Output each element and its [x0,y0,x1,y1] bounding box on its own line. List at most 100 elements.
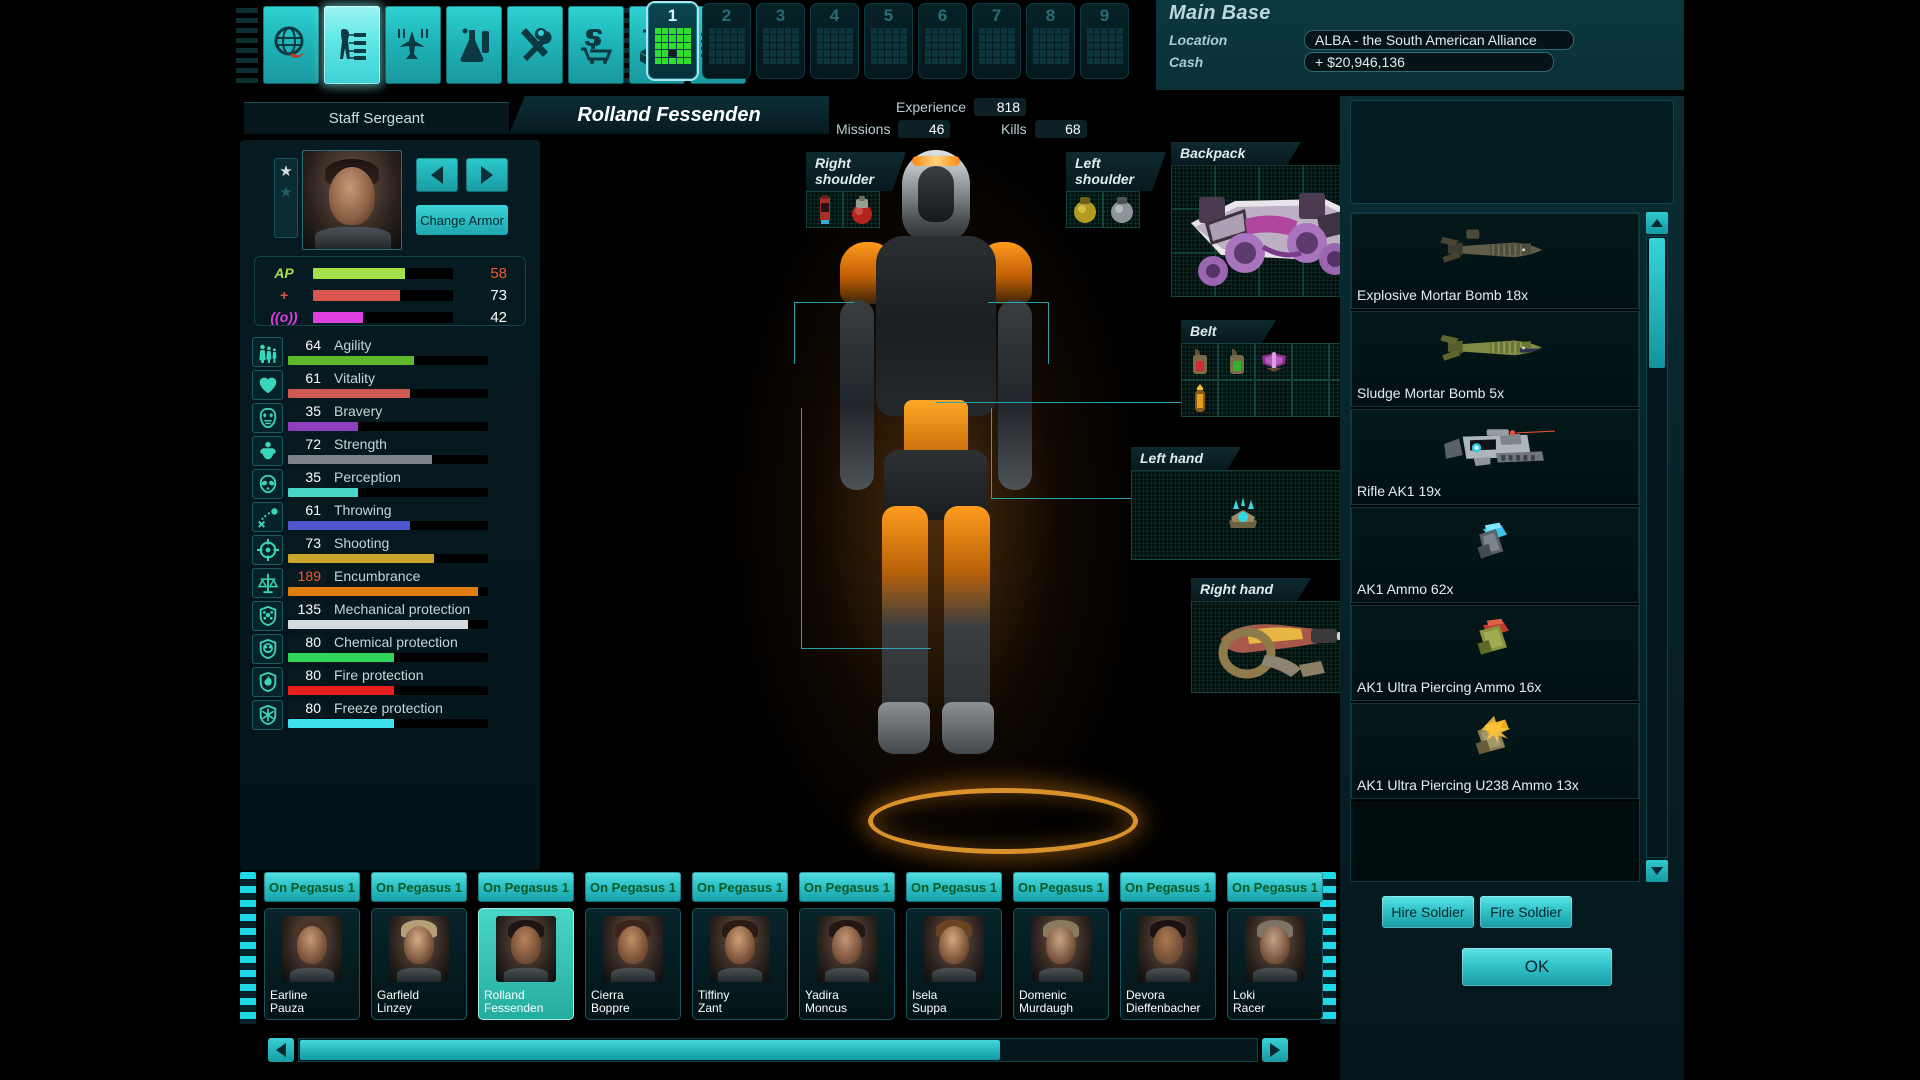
slot-connector [801,648,931,649]
inventory-item[interactable]: AK1 Ultra Piercing U238 Ammo 13x [1351,703,1639,801]
stat-row-fire-protection: 80Fire protection [252,666,528,699]
inventory-scrollbar[interactable] [1646,212,1668,882]
soldier-status-badge[interactable]: On Pegasus 1 [1013,872,1109,902]
nav-button-soldiers[interactable] [324,6,380,84]
previous-soldier-button[interactable] [416,158,458,192]
roster-soldier-loki-racer[interactable]: On Pegasus 1 LokiRacer [1227,872,1323,1020]
ok-button[interactable]: OK [1462,948,1612,986]
squad-tab-1[interactable]: 1 [648,3,697,79]
roster-soldier-earline-pauza[interactable]: On Pegasus 1 EarlinePauza [264,872,360,1020]
soldier-card[interactable]: LokiRacer [1227,908,1323,1020]
squad-tab-number: 4 [830,7,839,25]
soldier-card[interactable]: TiffinyZant [692,908,788,1020]
equipment-slot[interactable] [1255,343,1292,380]
roster-soldier-cierra-boppre[interactable]: On Pegasus 1 CierraBoppre [585,872,681,1020]
squad-tab-2[interactable]: 2 [702,3,751,79]
roster-scroll-left-button[interactable] [268,1038,294,1062]
roster-scroll-right-button[interactable] [1262,1038,1288,1062]
roster-soldier-garfield-linzey[interactable]: On Pegasus 1 GarfieldLinzey [371,872,467,1020]
soldier-status-badge[interactable]: On Pegasus 1 [1227,872,1323,902]
equipment-slot[interactable] [1292,380,1329,417]
armor-arm-left [840,300,874,490]
squad-tab-7[interactable]: 7 [972,3,1021,79]
vitality-heart-icon [252,370,283,400]
inventory-item[interactable]: Rifle AK1 19x [1351,409,1639,507]
stat-row-shooting: 73Shooting [252,534,528,567]
scroll-track[interactable] [1646,236,1668,858]
equipment-slot[interactable] [1066,191,1103,228]
roster-scroll-track[interactable] [298,1038,1258,1062]
roster-soldier-yadira-moncus[interactable]: On Pegasus 1 YadiraMoncus [799,872,895,1020]
soldier-card[interactable]: CierraBoppre [585,908,681,1020]
inventory-item[interactable]: Explosive Mortar Bomb 18x [1351,213,1639,311]
scroll-down-button[interactable] [1646,860,1668,882]
shooting-crosshair-icon [252,535,283,565]
squad-tab-3[interactable]: 3 [756,3,805,79]
soldier-card[interactable]: DomenicMurdaugh [1013,908,1109,1020]
squad-tab-8[interactable]: 8 [1026,3,1075,79]
equipment-slot[interactable] [1103,191,1140,228]
inventory-item-list[interactable]: Explosive Mortar Bomb 18x Sludge Mortar B… [1350,212,1640,882]
soldier-status-badge[interactable]: On Pegasus 1 [1120,872,1216,902]
equipment-slot[interactable] [1255,380,1292,417]
soldier-status-badge[interactable]: On Pegasus 1 [906,872,1002,902]
change-armor-button[interactable]: Change Armor [416,205,508,235]
soldier-card[interactable]: RollandFessenden [478,908,574,1020]
inventory-item[interactable]: AK1 Ammo 62x [1351,507,1639,605]
soldier-status-badge[interactable]: On Pegasus 1 [585,872,681,902]
inventory-item-name: Sludge Mortar Bomb 5x [1357,385,1504,401]
fire-soldier-button[interactable]: Fire Soldier [1480,896,1572,928]
nav-button-market[interactable] [568,6,624,84]
soldier-status-badge[interactable]: On Pegasus 1 [371,872,467,902]
avatar-torso [1253,968,1297,982]
equipment-slot[interactable] [1181,343,1218,380]
roster-scroll-thumb[interactable] [300,1040,1000,1060]
armor-boot-left [878,702,930,754]
soldier-status-badge[interactable]: On Pegasus 1 [799,872,895,902]
nav-button-aircraft[interactable] [385,6,441,84]
next-soldier-button[interactable] [466,158,508,192]
portrait-row: ★ ★ Change Armor [250,148,530,253]
squad-tab-6[interactable]: 6 [918,3,967,79]
stat-value-wrap: 35Bravery [288,403,526,421]
roster-soldier-domenic-murdaugh[interactable]: On Pegasus 1 DomenicMurdaugh [1013,872,1109,1020]
chemical-shield-icon [252,634,283,664]
equipment-slot[interactable] [1292,343,1329,380]
equipment-slot[interactable] [1218,343,1255,380]
equipment-slot[interactable] [806,191,843,228]
roster-soldier-tiffiny-zant[interactable]: On Pegasus 1 TiffinyZant [692,872,788,1020]
roster-soldier-devora-dieffenbacher[interactable]: On Pegasus 1 DevoraDieffenbacher [1120,872,1216,1020]
inventory-item[interactable]: AK1 Ultra Piercing Ammo 16x [1351,605,1639,703]
scroll-thumb[interactable] [1649,238,1665,368]
soldier-status-badge[interactable]: On Pegasus 1 [692,872,788,902]
soldier-card[interactable]: GarfieldLinzey [371,908,467,1020]
equipment-slot[interactable] [1181,380,1218,417]
equipment-slot[interactable] [1218,380,1255,417]
stat-row-perception: 35Perception [252,468,528,501]
armor-boot-right [942,702,994,754]
chevron-down-icon [1651,867,1663,875]
soldier-card[interactable]: DevoraDieffenbacher [1120,908,1216,1020]
roster-soldier-rolland-fessenden[interactable]: On Pegasus 1 RollandFessenden [478,872,574,1020]
squad-tab-9[interactable]: 9 [1080,3,1129,79]
workshop-tools-icon [515,22,555,68]
inventory-item[interactable]: Sludge Mortar Bomb 5x [1351,311,1639,409]
research-flask-icon [454,22,494,68]
soldier-card[interactable]: EarlinePauza [264,908,360,1020]
nav-button-workshop[interactable] [507,6,563,84]
avatar-torso [1146,968,1190,982]
nav-button-geoscape[interactable] [263,6,319,84]
scroll-up-button[interactable] [1646,212,1668,234]
squad-tab-5[interactable]: 5 [864,3,913,79]
equipment-slot[interactable] [843,191,880,228]
hire-soldier-button[interactable]: Hire Soldier [1382,896,1474,928]
nav-button-research[interactable] [446,6,502,84]
roster-horizontal-scrollbar[interactable] [240,1038,1336,1064]
left-hand-slot[interactable] [1131,470,1355,560]
squad-tab-4[interactable]: 4 [810,3,859,79]
soldier-status-badge[interactable]: On Pegasus 1 [478,872,574,902]
soldier-status-badge[interactable]: On Pegasus 1 [264,872,360,902]
soldier-card[interactable]: IselaSuppa [906,908,1002,1020]
roster-soldier-isela-suppa[interactable]: On Pegasus 1 IselaSuppa [906,872,1002,1020]
soldier-card[interactable]: YadiraMoncus [799,908,895,1020]
